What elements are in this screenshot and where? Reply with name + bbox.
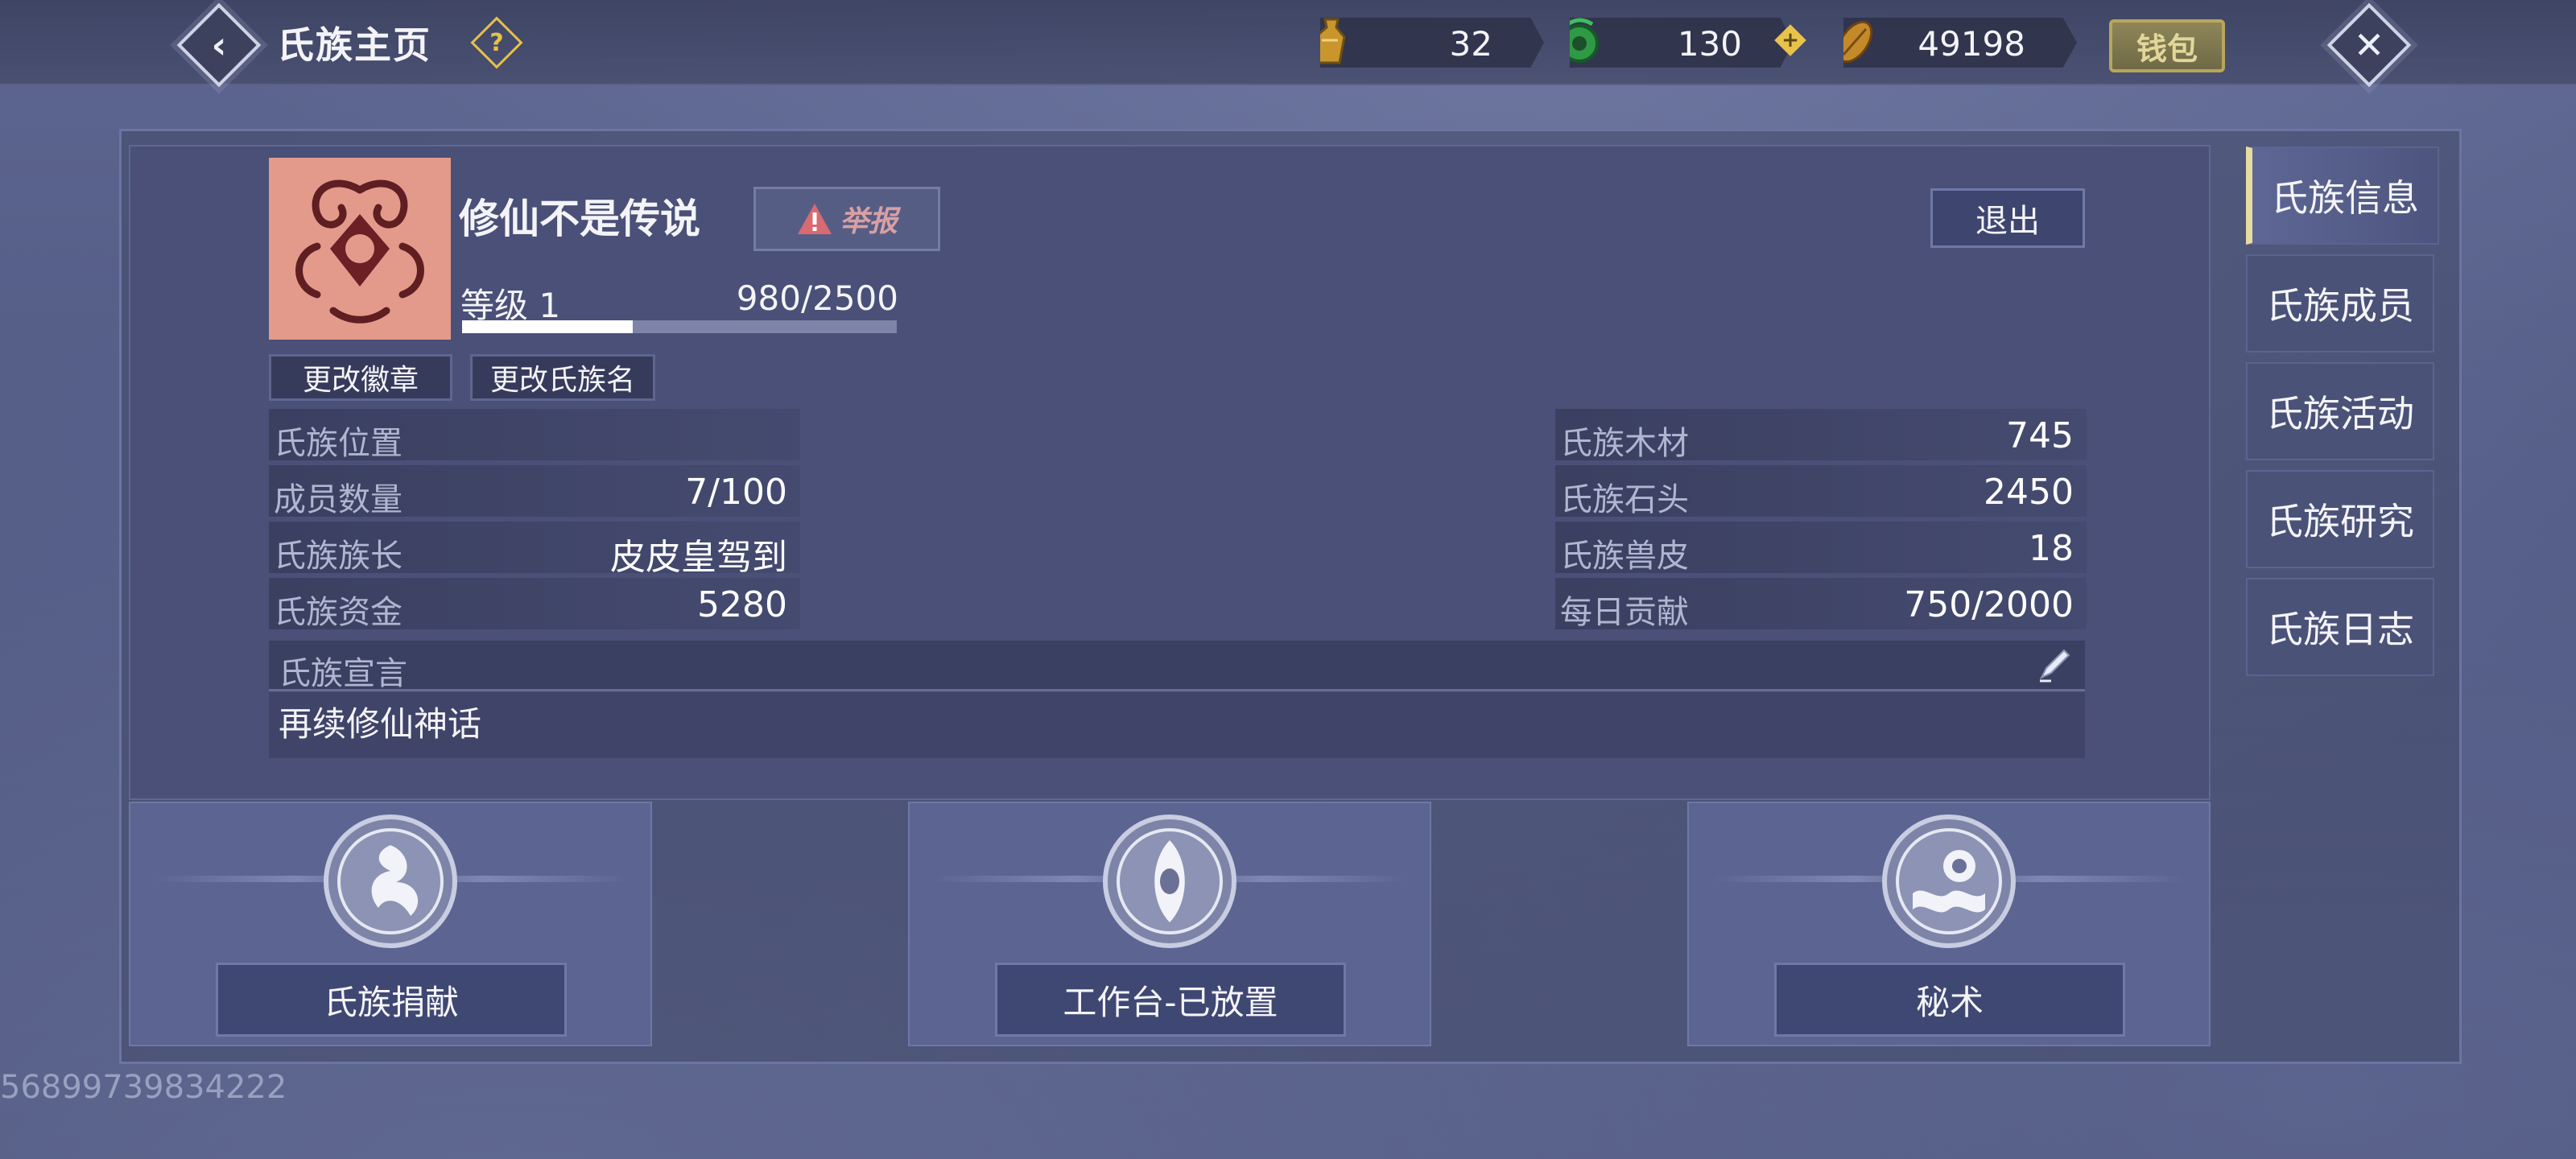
back-arrow-icon: ‹ xyxy=(211,23,227,67)
top-bar: ‹ 氏族主页 ? 32 130 + 49198 钱包 ✕ xyxy=(0,0,2576,88)
change-emblem-button[interactable]: 更改徽章 xyxy=(269,354,452,401)
gold-value: 32 xyxy=(1449,24,1492,64)
resource-jade: 130 xyxy=(1570,18,1794,68)
stat-label: 氏族族长 xyxy=(274,538,402,575)
stat-value: 7/100 xyxy=(685,472,787,513)
change-name-button[interactable]: 更改氏族名 xyxy=(470,354,655,401)
stat-value: 18 xyxy=(2029,528,2074,569)
tab-clan-members[interactable]: 氏族成员 xyxy=(2246,254,2434,353)
close-button[interactable]: ✕ xyxy=(2326,2,2412,88)
card-secret-art[interactable]: 秘术 xyxy=(1687,802,2211,1046)
stat-label: 氏族资金 xyxy=(274,594,402,631)
wave-medal-icon xyxy=(1882,815,2016,948)
edit-icon[interactable] xyxy=(2035,645,2074,684)
stat-row-location: 氏族位置 xyxy=(269,409,800,462)
help-icon: ? xyxy=(489,28,504,57)
warning-icon xyxy=(797,204,832,234)
stat-row-leader: 氏族族长 皮皮皇驾到 xyxy=(269,522,800,578)
tab-clan-log[interactable]: 氏族日志 xyxy=(2246,578,2434,676)
user-id: 56899739834222 xyxy=(0,1069,287,1106)
donate-label: 氏族捐献 xyxy=(216,963,567,1037)
stat-value: 2450 xyxy=(1984,472,2074,513)
declaration-header: 氏族宣言 xyxy=(269,641,2085,692)
clan-exp-text: 980/2500 xyxy=(736,278,898,318)
stat-row-hide: 氏族兽皮 18 xyxy=(1555,522,2087,575)
secret-art-label: 秘术 xyxy=(1774,963,2125,1037)
gold-bottle-icon xyxy=(1320,18,1346,64)
help-button[interactable]: ? xyxy=(470,16,523,69)
jade-icon xyxy=(1570,18,1599,63)
stat-value: 5280 xyxy=(697,584,787,625)
stat-label: 成员数量 xyxy=(274,481,402,518)
stat-value: 皮皮皇驾到 xyxy=(610,537,787,578)
clan-emblem xyxy=(269,158,451,340)
stat-label: 氏族位置 xyxy=(274,425,402,462)
add-jade-button[interactable]: + xyxy=(1774,24,1806,56)
tab-clan-info[interactable]: 氏族信息 xyxy=(2246,146,2439,245)
stat-label: 氏族木材 xyxy=(1560,425,1689,462)
clan-name: 修仙不是传说 xyxy=(459,196,700,242)
report-label: 举报 xyxy=(839,205,898,238)
swirl-medal-icon xyxy=(324,815,457,948)
stat-row-members: 成员数量 7/100 xyxy=(269,465,800,518)
stat-label: 每日贡献 xyxy=(1560,594,1689,631)
wallet-button[interactable]: 钱包 xyxy=(2109,19,2225,72)
card-donate[interactable]: 氏族捐献 xyxy=(129,802,652,1046)
declaration-text: 再续修仙神话 xyxy=(279,704,482,744)
jade-value: 130 xyxy=(1677,24,1742,64)
stat-row-funds: 氏族资金 5280 xyxy=(269,578,800,631)
stat-label: 氏族兽皮 xyxy=(1560,538,1689,575)
back-button[interactable]: ‹ xyxy=(176,2,262,88)
declaration-label: 氏族宣言 xyxy=(279,655,407,692)
page-title: 氏族主页 xyxy=(277,23,431,67)
exit-clan-button[interactable]: 退出 xyxy=(1930,188,2085,248)
stat-row-daily-contribution: 每日贡献 750/2000 xyxy=(1555,578,2087,631)
tab-clan-activities[interactable]: 氏族活动 xyxy=(2246,362,2434,460)
stat-value: 745 xyxy=(2006,415,2074,456)
card-workbench[interactable]: 工作台-已放置 xyxy=(908,802,1431,1046)
plus-icon: + xyxy=(1781,28,1799,52)
clan-exp-bar xyxy=(462,320,897,333)
resource-seed: 49198 xyxy=(1843,18,2077,68)
declaration-body: 再续修仙神话 xyxy=(269,692,2085,758)
stat-label: 氏族石头 xyxy=(1560,481,1689,518)
seed-icon xyxy=(1843,20,1873,64)
seed-value: 49198 xyxy=(1918,24,2025,64)
resource-gold: 32 xyxy=(1320,18,1544,68)
clan-emblem-icon xyxy=(269,158,451,340)
stat-row-stone: 氏族石头 2450 xyxy=(1555,465,2087,518)
close-icon: ✕ xyxy=(2353,23,2385,67)
report-button[interactable]: 举报 xyxy=(753,187,940,251)
eye-medal-icon xyxy=(1103,815,1236,948)
stat-value: 750/2000 xyxy=(1904,584,2074,625)
workbench-label: 工作台-已放置 xyxy=(995,963,1346,1037)
tab-clan-research[interactable]: 氏族研究 xyxy=(2246,470,2434,568)
clan-exp-bar-fill xyxy=(462,320,633,333)
stat-row-wood: 氏族木材 745 xyxy=(1555,409,2087,462)
